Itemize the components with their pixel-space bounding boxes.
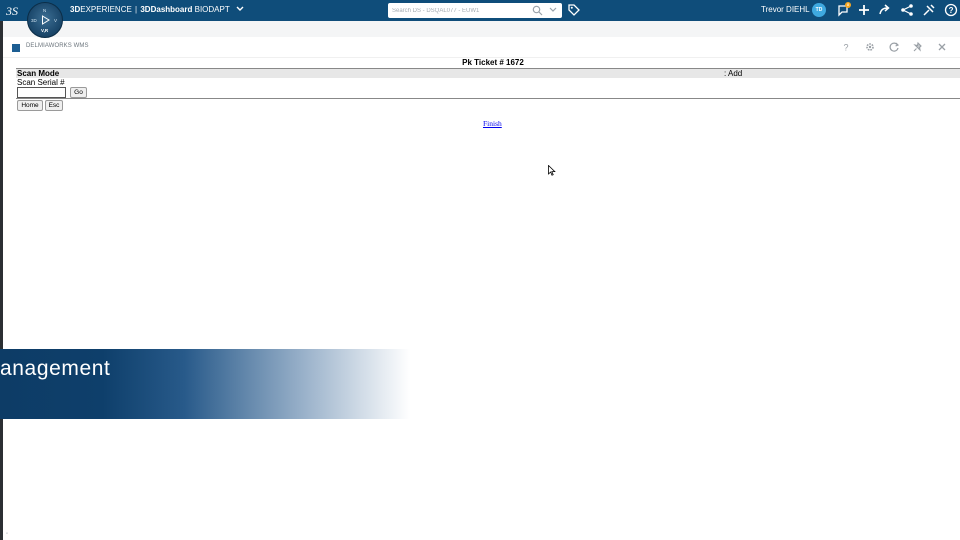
search-box[interactable] [388,3,562,18]
user-name[interactable]: Trevor DIEHL [761,4,810,16]
banner-text: anagement [0,357,111,380]
brand-dash-3d: 3D [140,5,151,14]
dashboard-name: BIODAPT [194,5,230,14]
search-chevron-icon[interactable] [549,7,557,13]
compass-top-label: N [43,8,46,13]
compass-right-label: V [54,18,57,23]
share-icon[interactable] [878,3,892,17]
finish-link[interactable]: Finish [483,119,502,129]
ds-logo-icon[interactable]: 3S [5,2,23,19]
mode-bar [16,69,960,78]
top-bar: 3S 3DEXPERIENCE | 3DDashboard BIODAPT Tr… [0,0,960,21]
corner-mark-icon: ◦ [6,531,9,537]
svg-text:3S: 3S [5,4,18,18]
notification-badge: 8 [845,2,851,8]
brand-dashboard: Dashboard [150,5,193,14]
brand-experience: EXPERIENCE [80,5,132,14]
tools-icon[interactable] [922,3,936,17]
app-brand[interactable]: 3DEXPERIENCE | 3DDashboard BIODAPT [70,4,244,16]
widget-title: DELMIAWORKS WMS [26,43,89,49]
brand-3d: 3D [70,5,81,14]
serial-input[interactable] [17,87,66,98]
mouse-cursor-icon [548,165,556,176]
plus-icon[interactable] [857,3,871,17]
esc-button[interactable]: Esc [45,100,63,111]
ticket-title: Pk Ticket # 1672 [462,58,524,67]
left-edge [0,21,3,540]
brand-separator: | [135,5,138,14]
help-icon[interactable]: ? [944,3,958,17]
go-button[interactable]: Go [70,87,87,98]
widget-help-icon[interactable]: ? [840,41,852,53]
avatar[interactable]: TD [812,3,826,17]
mode-value: : Add [724,69,743,78]
widget-header: DELMIAWORKS WMS ? [3,37,960,58]
pin-icon[interactable] [912,41,924,53]
refresh-icon[interactable] [888,41,900,53]
scan-mode-label: Scan Mode [17,69,60,78]
close-icon[interactable] [936,41,948,53]
compass-bottom-label: V,R [41,28,49,33]
chevron-down-icon[interactable] [236,6,244,12]
dashboard-tab-bar [0,21,960,37]
gear-icon[interactable] [864,41,876,53]
compass-icon[interactable]: N 3D V V,R [27,2,63,38]
network-icon[interactable] [900,3,914,17]
home-button[interactable]: Home [17,100,43,111]
svg-text:?: ? [844,43,849,53]
tag-icon[interactable] [567,3,581,17]
svg-text:?: ? [949,6,954,15]
widget-logo-icon [12,44,20,52]
search-input[interactable] [392,3,522,18]
serial-label: Scan Serial # [17,78,65,87]
bottom-divider [16,98,960,99]
search-icon[interactable] [532,5,543,16]
compass-left-label: 3D [31,18,38,23]
